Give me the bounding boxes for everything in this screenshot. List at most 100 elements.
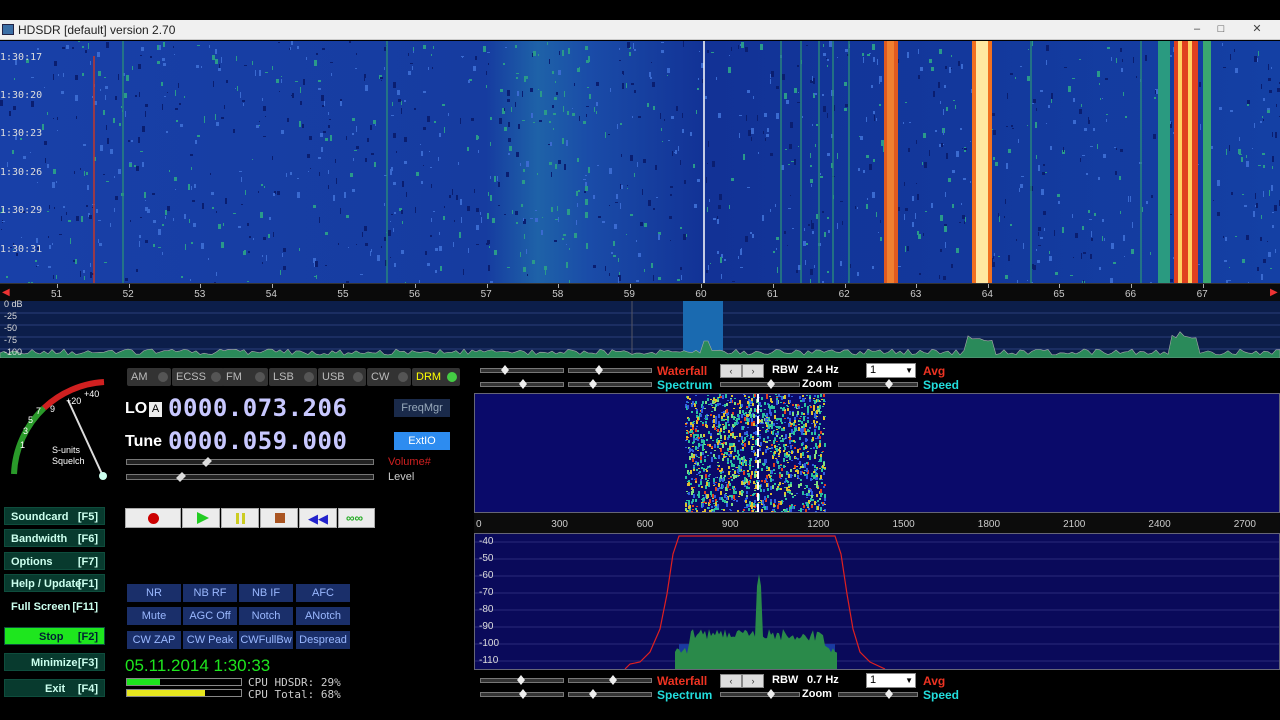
stop-playback-button[interactable] bbox=[260, 508, 298, 528]
frequency-tick-mark bbox=[844, 284, 846, 288]
title-bar[interactable]: HDSDR [default] version 2.70 – □ ✕ bbox=[0, 20, 1280, 40]
rbw-decrease-button[interactable]: ‹ bbox=[720, 674, 742, 688]
mode-ecss-button[interactable]: ECSS bbox=[172, 368, 224, 386]
extio-button[interactable]: ExtIO bbox=[394, 432, 450, 450]
minimize-button[interactable]: Minimize [F3] bbox=[4, 653, 105, 671]
speed-slider[interactable] bbox=[838, 379, 918, 389]
waterfall-time-label: 1:30:26 bbox=[0, 167, 43, 178]
waterfall-contrast-slider[interactable] bbox=[568, 365, 652, 375]
scroll-right-icon[interactable]: ▶ bbox=[1270, 287, 1278, 298]
soundcard-button[interactable]: Soundcard [F5] bbox=[4, 507, 105, 525]
top-spectrum[interactable]: 0 dB -25 -50 -75 -100 bbox=[0, 299, 1280, 359]
zoom-label: Zoom bbox=[802, 688, 832, 700]
rewind-button[interactable]: ◀◀ bbox=[299, 508, 337, 528]
slider-thumb[interactable] bbox=[517, 675, 525, 685]
slider-thumb[interactable] bbox=[885, 379, 893, 389]
freqmgr-button[interactable]: FreqMgr bbox=[394, 399, 450, 417]
maximize-window-button[interactable]: □ bbox=[1210, 22, 1232, 37]
level-slider[interactable] bbox=[126, 472, 374, 482]
lower-spectrum-slider-2[interactable] bbox=[568, 689, 652, 699]
lower-waterfall-slider-2[interactable] bbox=[568, 675, 652, 685]
audio-spectrum[interactable]: -40 -50 -60 -70 -80 -90 -100 -110 bbox=[474, 533, 1280, 670]
rbw-increase-button[interactable]: › bbox=[742, 364, 764, 378]
slider-thumb[interactable] bbox=[885, 689, 893, 699]
loop-button[interactable]: ∞∞ bbox=[338, 508, 375, 528]
slider-thumb[interactable] bbox=[519, 689, 527, 699]
help-update-button[interactable]: Help / Update [F1] bbox=[4, 574, 105, 592]
scroll-left-icon[interactable]: ◀ bbox=[2, 287, 10, 298]
exit-button[interactable]: Exit [F4] bbox=[4, 679, 105, 697]
play-button[interactable] bbox=[182, 508, 220, 528]
bandwidth-button[interactable]: Bandwidth [F6] bbox=[4, 529, 105, 547]
mode-am-button[interactable]: AM bbox=[127, 368, 171, 386]
frequency-tick-label: 61 bbox=[767, 289, 779, 300]
audio-waterfall-canvas[interactable] bbox=[475, 394, 1279, 515]
cw-peak-button[interactable]: CW Peak bbox=[183, 631, 237, 649]
zoom-slider-left[interactable] bbox=[720, 379, 800, 389]
frequency-scale[interactable]: ◀ ▶ 51 52 53 54 55 56 57 58 59 60 61 62 63 64 65 66 67 bbox=[0, 283, 1280, 301]
avg-select[interactable]: 1 ▼ bbox=[866, 363, 916, 378]
slider-thumb[interactable] bbox=[176, 472, 186, 482]
frequency-tick-label: 60 bbox=[695, 289, 707, 300]
audio-spectrum-canvas[interactable] bbox=[475, 534, 1279, 670]
tune-frequency-display[interactable]: 0000.059.000 bbox=[168, 427, 347, 455]
slider-thumb[interactable] bbox=[595, 365, 603, 375]
slider-thumb[interactable] bbox=[767, 379, 775, 389]
slider-thumb[interactable] bbox=[767, 689, 775, 699]
nb-if-button[interactable]: NB IF bbox=[239, 584, 293, 602]
lo-frequency-display[interactable]: 0000.073.206 bbox=[168, 394, 347, 422]
mode-drm-button[interactable]: DRM bbox=[412, 368, 460, 386]
mode-fm-button[interactable]: FM bbox=[222, 368, 268, 386]
slider-thumb[interactable] bbox=[519, 379, 527, 389]
spectrum-brightness-slider[interactable] bbox=[480, 379, 564, 389]
mode-usb-button[interactable]: USB bbox=[318, 368, 366, 386]
despread-button[interactable]: Despread bbox=[296, 631, 350, 649]
full-screen-button[interactable]: Full Screen [F11] bbox=[4, 597, 105, 615]
rbw-increase-button[interactable]: › bbox=[742, 674, 764, 688]
options-button[interactable]: Options [F7] bbox=[4, 552, 105, 570]
stop-button[interactable]: Stop [F2] bbox=[4, 627, 105, 645]
lower-waterfall-slider-1[interactable] bbox=[480, 675, 564, 685]
waterfall-canvas[interactable] bbox=[0, 41, 1280, 288]
waterfall-time-label: 1:30:23 bbox=[0, 128, 43, 139]
volume-slider[interactable] bbox=[126, 457, 374, 467]
slider-thumb[interactable] bbox=[609, 675, 617, 685]
lower-spectrum-slider-1[interactable] bbox=[480, 689, 564, 699]
avg-select[interactable]: 1 ▼ bbox=[866, 673, 916, 688]
rbw-decrease-button[interactable]: ‹ bbox=[720, 364, 742, 378]
pause-icon-bar bbox=[242, 513, 245, 524]
lo-a-indicator[interactable]: A bbox=[149, 402, 162, 417]
lower-speed-slider[interactable] bbox=[838, 689, 918, 699]
spectrum-label: Spectrum bbox=[657, 378, 713, 392]
nr-button[interactable]: NR bbox=[127, 584, 181, 602]
close-window-button[interactable]: ✕ bbox=[1246, 22, 1268, 37]
minimize-window-button[interactable]: – bbox=[1186, 22, 1208, 37]
audio-waterfall[interactable] bbox=[474, 393, 1280, 515]
slider-thumb[interactable] bbox=[202, 457, 212, 467]
slider-thumb[interactable] bbox=[589, 689, 597, 699]
record-button[interactable] bbox=[125, 508, 181, 528]
mode-cw-button[interactable]: CW bbox=[367, 368, 411, 386]
frequency-tick-label: 65 bbox=[1053, 289, 1065, 300]
mode-lsb-button[interactable]: LSB bbox=[269, 368, 317, 386]
afc-button[interactable]: AFC bbox=[296, 584, 350, 602]
cw-zap-button[interactable]: CW ZAP bbox=[127, 631, 181, 649]
nb-rf-button[interactable]: NB RF bbox=[183, 584, 237, 602]
lower-zoom-slider[interactable] bbox=[720, 689, 800, 699]
slider-thumb[interactable] bbox=[589, 379, 597, 389]
mute-button[interactable]: Mute bbox=[127, 607, 181, 625]
s-meter[interactable]: 1 3 5 7 9 +20 +40 S-units Squelch bbox=[4, 370, 116, 490]
audio-frequency-scale[interactable]: 0 300 600 900 1200 1500 1800 2100 2400 2700 bbox=[474, 513, 1280, 533]
pause-button[interactable] bbox=[221, 508, 259, 528]
cw-fullbw-button[interactable]: CWFullBw bbox=[239, 631, 293, 649]
top-spectrum-canvas[interactable] bbox=[0, 301, 1280, 359]
slider-thumb[interactable] bbox=[501, 365, 509, 375]
avg-value: 1 bbox=[870, 674, 877, 686]
agc-button[interactable]: AGC Off bbox=[183, 607, 237, 625]
db-label: -40 bbox=[479, 536, 494, 547]
notch-button[interactable]: Notch bbox=[239, 607, 293, 625]
spectrum-contrast-slider[interactable] bbox=[568, 379, 652, 389]
waterfall-brightness-slider[interactable] bbox=[480, 365, 564, 375]
main-waterfall[interactable]: 1:30:17 1:30:20 1:30:23 1:30:26 1:30:29 … bbox=[0, 41, 1280, 288]
anotch-button[interactable]: ANotch bbox=[296, 607, 350, 625]
